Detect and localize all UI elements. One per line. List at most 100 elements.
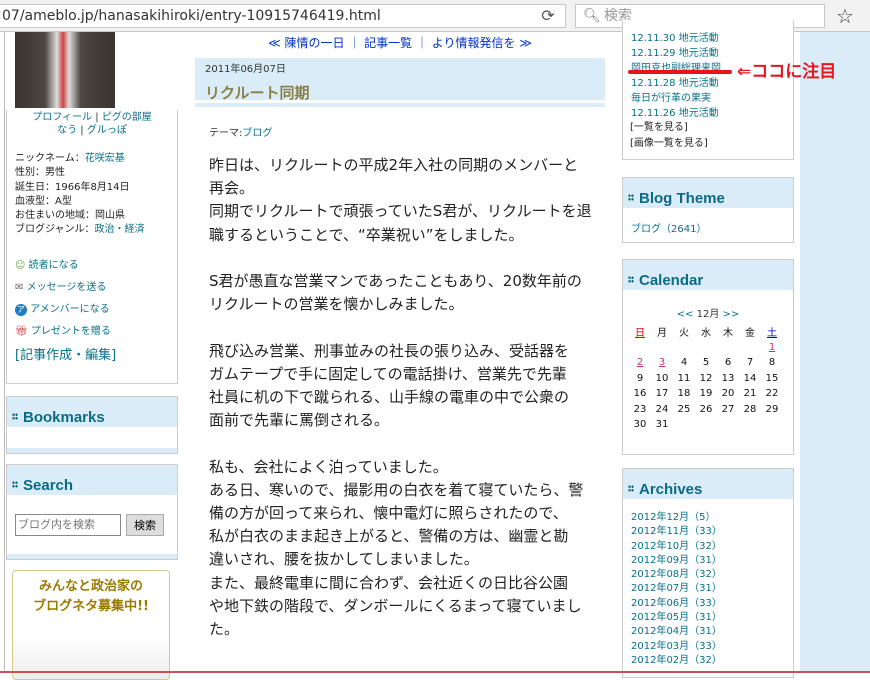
entry-line: 備の方が回って来られ、懐中電灯に照らされたので、 [209, 504, 568, 522]
calendar-day: 20 [721, 388, 735, 400]
message-button[interactable]: ✉ メッセージを送る [15, 277, 116, 299]
entry-line: また、最終電車に間に合わず、会社近くの日比谷公園 [209, 573, 568, 592]
entry-line: ある日、寒いので、撮影用の白衣を着て寝ていたら、警 [209, 480, 584, 499]
weekday-label: 月 [657, 328, 667, 340]
recent-entry-link[interactable]: 12.11.29 地元活動 [631, 46, 721, 61]
gift-icon: 🎁︎ [15, 326, 28, 337]
recent-entry-link[interactable]: 12.11.26 地元活動 [631, 106, 721, 121]
calendar-week: 9 10 11 12 13 14 15 [629, 371, 783, 387]
calendar-empty [717, 340, 739, 356]
reload-icon[interactable]: ⟳ [536, 6, 560, 26]
calendar-day: 21 [743, 388, 757, 400]
entry-list-link[interactable]: 記事一覧 [364, 36, 412, 50]
calendar-week: 23 24 25 26 27 28 29 [629, 402, 783, 418]
entry-line: 昨日は、リクルートの平成2年入社の同期のメンバーと [209, 156, 579, 174]
calendar-day: 23 [633, 403, 647, 415]
entry-line: 飛び込み営業、刑事並みの社長の張り込み、受話器を [209, 341, 570, 360]
calendar-day[interactable]: 3 [651, 355, 673, 371]
archive-link[interactable]: 2012年03月（33） [631, 640, 722, 654]
present-button[interactable]: 🎁︎ プレゼントを贈る [15, 321, 116, 343]
blog-topic-banner[interactable]: みんなと政治家の ブログネタ募集中!! [12, 570, 170, 680]
search-icon: 🔍︎ [583, 8, 601, 24]
profile-photo[interactable] [15, 32, 115, 108]
entry-header: 2011年06月07日 リクルート同期 [195, 58, 605, 103]
address-bar[interactable]: 07/ameblo.jp/hanasakihiroki/entry-109157… [0, 4, 566, 28]
entry-line: 面前で先輩に罵倒される。 [209, 411, 390, 430]
calendar-day: 17 [655, 388, 669, 400]
next-entry-link[interactable]: より情報発信を ≫ [432, 36, 532, 50]
follow-button[interactable]: ☺ 読者になる [15, 255, 116, 277]
calendar-empty [761, 417, 783, 433]
group-link[interactable]: グルっぽ [87, 125, 127, 136]
archive-link[interactable]: 2012年10月（32） [631, 540, 722, 554]
profile-link[interactable]: プロフィール [32, 112, 92, 123]
archive-link[interactable]: 2012年09月（31） [631, 554, 722, 568]
prev-entry-link[interactable]: ≪ 陳情の一日 [268, 36, 344, 50]
entry-line: 職するということで、“卒業祝い”をしました。 [209, 225, 524, 244]
blog-search-input[interactable] [15, 514, 121, 536]
recent-entry-link[interactable]: 12.11.30 地元活動 [631, 31, 721, 46]
search-button[interactable]: 検索 [126, 514, 164, 536]
theme-link[interactable]: ブログ [242, 128, 272, 139]
weekday-label: 木 [723, 328, 733, 340]
archive-link[interactable]: 2012年12月（5） [631, 511, 722, 525]
pig-room-link[interactable]: ピグの部屋 [102, 112, 152, 123]
archive-link[interactable]: 2012年08月（32） [631, 568, 722, 582]
calendar-day: 22 [765, 388, 779, 400]
calendar-empty [695, 417, 717, 433]
calendar-day: 19 [699, 388, 713, 400]
entry-line: 社員に机の下で蹴られる、山手線の電車の中で公衆の [209, 388, 570, 406]
calendar-day: 15 [765, 372, 779, 384]
bookmarks-heading: Bookmarks [7, 397, 177, 427]
recent-entry-link[interactable]: 毎日が行革の果実 [631, 91, 721, 106]
weekday-label: 日 [635, 328, 645, 340]
weekday-label: 金 [745, 328, 755, 340]
view-images-link[interactable]: [画像一覧を見る] [630, 136, 708, 152]
calendar-day: 13 [721, 372, 735, 384]
calendar-day: 25 [677, 403, 691, 415]
entry-title[interactable]: リクルート同期 [205, 82, 605, 103]
entry-line [209, 247, 605, 270]
genre-link[interactable]: 政治・経済 [95, 224, 145, 235]
calendar-day[interactable]: 1 [761, 340, 783, 356]
calendar-empty [629, 340, 651, 356]
amember-button[interactable]: ア アメンバーになる [15, 299, 116, 321]
bookmark-star-icon[interactable]: ☆ [836, 4, 854, 28]
prev-month-link[interactable]: << [677, 309, 694, 320]
entry-line: リクルートの営業を懐かしみました。 [209, 295, 464, 314]
now-link[interactable]: なう [57, 125, 77, 136]
recent-entry-link[interactable]: 12.11.28 地元活動 [631, 76, 721, 91]
archive-link[interactable]: 2012年04月（31） [631, 625, 722, 639]
envelope-icon: ✉ [15, 282, 24, 293]
entry-line: S君が愚直な営業マンであったこともあり、20数年前の [209, 272, 582, 290]
view-list-link[interactable]: [一覧を見る] [630, 120, 708, 136]
archives-box: Archives 2012年12月（5） 2012年11月（33） 2012年10月… [622, 468, 794, 678]
divider [4, 32, 5, 673]
calendar-empty [673, 417, 695, 433]
annotation-underline [628, 70, 732, 74]
calendar-empty [739, 417, 761, 433]
nickname-link[interactable]: 花咲宏基 [85, 153, 125, 164]
calendar-day: 28 [743, 403, 757, 415]
search-box: Search 検索 [6, 464, 178, 560]
calendar-empty [695, 340, 717, 356]
theme-blog-link[interactable]: ブログ（2641） [631, 224, 706, 235]
archive-link[interactable]: 2012年05月（31） [631, 611, 722, 625]
archive-link[interactable]: 2012年07月（31） [631, 582, 722, 596]
weekday-label: 火 [679, 328, 689, 340]
calendar-day: 5 [702, 357, 710, 369]
archive-link[interactable]: 2012年02月（32） [631, 654, 722, 668]
archive-link[interactable]: 2012年06月（33） [631, 597, 722, 611]
calendar-day[interactable]: 2 [629, 355, 651, 371]
next-month-link[interactable]: >> [723, 309, 740, 320]
edit-entry-link[interactable]: [記事作成・編集] [15, 348, 116, 363]
blog-theme-box: Blog Theme ブログ（2641） [622, 177, 794, 243]
entry-line: た。 [209, 620, 240, 639]
calendar-empty [739, 340, 761, 356]
calendar-day: 27 [721, 403, 735, 415]
entry-line: 違いされ、腰を抜かしてしまいました。 [209, 550, 479, 569]
calendar-day: 10 [655, 372, 669, 384]
archive-link[interactable]: 2012年11月（33） [631, 525, 722, 539]
entry-line: 私も、会社によく泊っていました。 [209, 457, 448, 476]
entry-line: 同期でリクルートで頑張っていたS君が、リクルートを退 [209, 202, 592, 221]
